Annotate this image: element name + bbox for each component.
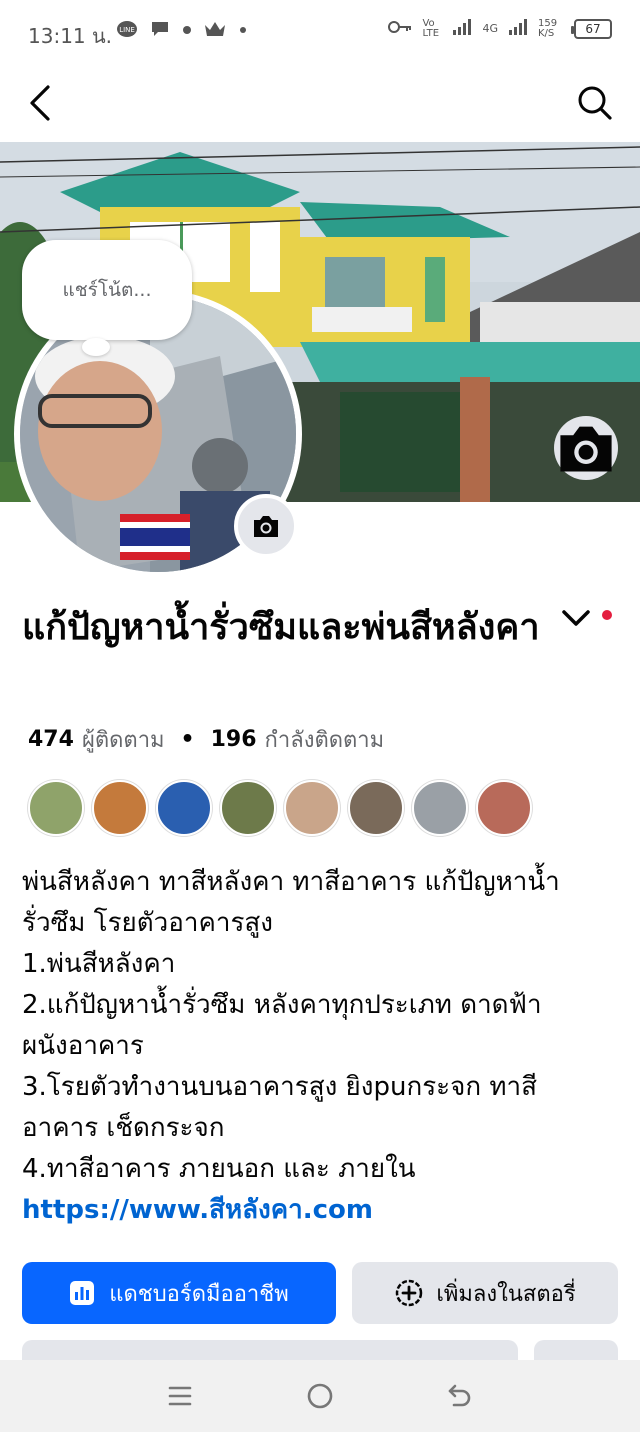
chevron-down-icon[interactable] [558, 600, 594, 636]
dot-icon [238, 23, 248, 39]
bio-line: รั่วซึม โรยตัวอาคารสูง [22, 908, 273, 938]
page-bio: พ่นสีหลังคา ทาสีหลังคา ทาสีอาคาร แก้ปัญห… [22, 862, 622, 1231]
cover-camera-button[interactable] [554, 416, 618, 480]
status-time: 13:11 น. [28, 24, 113, 48]
status-bar: 13:11 น. LINE Vo LTE 4G 159 K/S 67 [0, 0, 640, 64]
add-story-label: เพิ่มลงในสตอรี่ [436, 1281, 576, 1307]
back-nav-icon[interactable] [440, 1376, 480, 1416]
svg-text:LINE: LINE [119, 26, 135, 34]
bio-line: 4.ทาสีอาคาร ภายนอก และ ภายใน [22, 1154, 416, 1184]
top-nav [0, 64, 640, 142]
net-speed: 159 K/S [538, 17, 558, 39]
signal-icon-2 [508, 18, 528, 39]
signal-icon [452, 18, 472, 39]
friend-avatar[interactable] [348, 780, 404, 836]
system-indicators: Vo LTE 4G 159 K/S 67 [388, 18, 612, 39]
friend-avatar[interactable] [284, 780, 340, 836]
line-icon: LINE [116, 20, 138, 42]
bio-line: 3.โรยตัวทำงานบนอาคารสูง ยิงpuกระจก ทาสี [22, 1072, 537, 1102]
add-circle-icon [396, 1279, 423, 1307]
network-type: 4G [482, 22, 498, 35]
following-count[interactable]: 196 [211, 727, 257, 752]
friend-avatar[interactable] [412, 780, 468, 836]
back-arrow-icon[interactable] [20, 82, 62, 124]
key-icon [388, 20, 412, 37]
friend-avatar[interactable] [28, 780, 84, 836]
battery-icon: 67 [571, 18, 612, 39]
home-icon[interactable] [300, 1376, 340, 1416]
followers-label[interactable]: ผู้ติดตาม [82, 722, 165, 757]
notification-dot [602, 610, 612, 620]
dot-icon [182, 23, 192, 39]
bio-line: 1.พ่นสีหลังคา [22, 949, 176, 979]
follow-stats: 474 ผู้ติดตาม • 196 กำลังติดตาม [28, 722, 384, 757]
battery-level: 67 [585, 21, 601, 36]
friend-avatars [28, 780, 532, 836]
profile-camera-button[interactable] [234, 494, 298, 558]
recent-apps-icon[interactable] [160, 1376, 200, 1416]
friend-avatar[interactable] [220, 780, 276, 836]
bio-line: 2.แก้ปัญหาน้ำรั่วซึม หลังคาทุกประเภท ดาด… [22, 990, 542, 1020]
followers-count[interactable]: 474 [28, 727, 74, 752]
dashboard-label: แดชบอร์ดมืออาชีพ [109, 1281, 289, 1307]
professional-dashboard-button[interactable]: แดชบอร์ดมืออาชีพ [22, 1262, 336, 1324]
volte-label: Vo LTE [422, 17, 440, 39]
search-icon[interactable] [574, 82, 616, 124]
friend-avatar[interactable] [92, 780, 148, 836]
add-to-story-button[interactable]: เพิ่มลงในสตอรี่ [352, 1262, 618, 1324]
friend-avatar[interactable] [156, 780, 212, 836]
system-nav-bar [0, 1360, 640, 1432]
friend-avatar[interactable] [476, 780, 532, 836]
note-bubble-tail [82, 338, 110, 356]
note-placeholder: แชร์โน้ต... [62, 279, 152, 301]
bio-line: พ่นสีหลังคา ทาสีหลังคา ทาสีอาคาร แก้ปัญห… [22, 867, 560, 897]
stats-separator: • [180, 727, 195, 752]
crown-icon [204, 21, 226, 41]
website-link[interactable]: https://www.สีหลังคา.com [22, 1190, 622, 1231]
bio-line: ผนังอาคาร [22, 1031, 144, 1061]
following-label[interactable]: กำลังติดตาม [265, 722, 385, 757]
camera-icon [254, 516, 278, 537]
page-title: แก้ปัญหาน้ำรั่วซึมและพ่นสีหลังคา [22, 607, 540, 648]
camera-icon [560, 426, 612, 472]
bio-line: อาคาร เช็ดกระจก [22, 1113, 225, 1143]
share-note-bubble[interactable]: แชร์โน้ต... [22, 240, 192, 340]
chat-bubble-icon [150, 20, 170, 42]
notification-icons: LINE [116, 20, 248, 42]
dashboard-chart-icon [70, 1281, 95, 1305]
